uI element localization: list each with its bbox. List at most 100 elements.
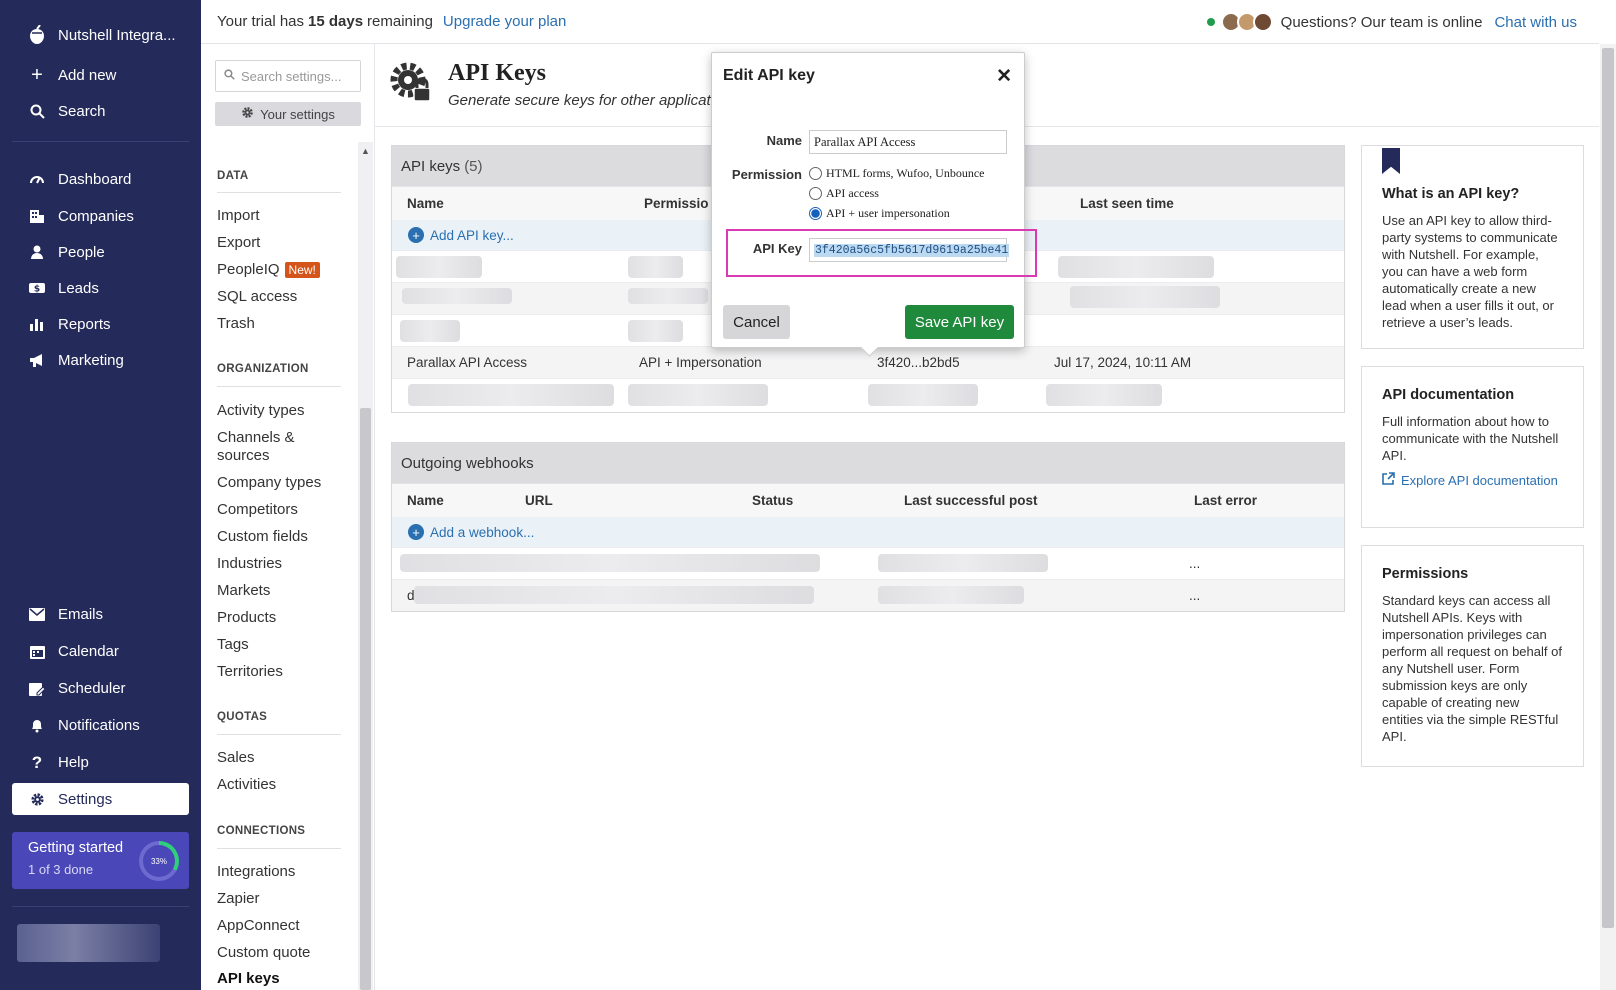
redacted-cell (400, 554, 820, 572)
radio-button[interactable] (809, 167, 822, 180)
api-key-name: Parallax API Access (407, 355, 528, 370)
nav-companies[interactable]: Companies (12, 200, 189, 232)
radio-button-selected[interactable] (809, 207, 822, 220)
progress-ring: 33% (139, 841, 179, 881)
megaphone-icon (28, 351, 46, 369)
nav-search[interactable]: Search (12, 95, 189, 127)
settings-item-channels[interactable]: Channels & (217, 429, 295, 446)
save-api-key-button[interactable]: Save API key (905, 305, 1014, 339)
panel-header: Outgoing webhooks (392, 443, 1344, 483)
nav-reports[interactable]: Reports (12, 308, 189, 340)
card-title: What is an API key? (1382, 186, 1520, 202)
close-icon[interactable]: ✕ (996, 65, 1012, 88)
trial-suffix: remaining (367, 13, 433, 30)
redacted-cell (878, 554, 1048, 572)
nav-emails[interactable]: Emails (12, 598, 189, 630)
cancel-button[interactable]: Cancel (723, 305, 790, 339)
permission-option-api-access[interactable]: API access (809, 186, 879, 201)
radio-button[interactable] (809, 187, 822, 200)
settings-item-channels-cont[interactable]: sources (217, 447, 270, 464)
workspace-menu[interactable]: Nutshell Integra... (12, 19, 189, 51)
permission-option-api-impersonation[interactable]: API + user impersonation (809, 206, 950, 221)
settings-item-tags[interactable]: Tags (217, 636, 249, 653)
settings-item-custom-fields[interactable]: Custom fields (217, 528, 308, 545)
getting-started-card[interactable]: Getting started 1 of 3 done 33% (12, 832, 189, 889)
column-url[interactable]: URL (525, 493, 553, 508)
nav-settings[interactable]: Settings (12, 783, 189, 815)
settings-item-peopleiq[interactable]: PeopleIQ New! (217, 261, 320, 278)
settings-item-competitors[interactable]: Competitors (217, 501, 298, 518)
name-field[interactable]: Parallax API Access (809, 130, 1007, 154)
column-last-error[interactable]: Last error (1194, 493, 1257, 508)
main-navigation: Nutshell Integra... + Add new Search Dash… (0, 0, 201, 990)
nav-calendar[interactable]: Calendar (12, 635, 189, 667)
nav-help[interactable]: ? Help (12, 746, 189, 778)
settings-item-api-keys[interactable]: API keys (217, 970, 280, 987)
settings-item-territories[interactable]: Territories (217, 663, 283, 680)
column-permission[interactable]: Permissio (644, 196, 709, 211)
settings-item-sales[interactable]: Sales (217, 749, 255, 766)
page-scroll-thumb[interactable] (1602, 48, 1614, 928)
user-account-blurred[interactable] (17, 924, 160, 962)
settings-sidebar-scroll-thumb[interactable] (360, 408, 371, 990)
nav-label: Scheduler (58, 679, 126, 697)
settings-item-integrations[interactable]: Integrations (217, 863, 295, 880)
settings-item-activity-types[interactable]: Activity types (217, 402, 305, 419)
option-label: API + user impersonation (826, 206, 950, 220)
column-name[interactable]: Name (407, 493, 444, 508)
settings-item-trash[interactable]: Trash (217, 315, 255, 332)
api-documentation-card: API documentation Full information about… (1361, 366, 1584, 528)
settings-item-custom-quote[interactable]: Custom quote (217, 944, 310, 961)
envelope-icon (28, 605, 46, 623)
upgrade-plan-link[interactable]: Upgrade your plan (443, 13, 566, 30)
settings-item-import[interactable]: Import (217, 207, 260, 224)
column-status[interactable]: Status (752, 493, 793, 508)
redacted-cell (628, 384, 768, 406)
column-last-seen[interactable]: Last seen time (1080, 196, 1174, 211)
nav-notifications[interactable]: Notifications (12, 709, 189, 741)
table-row[interactable]: ... (392, 547, 1344, 579)
table-row[interactable] (392, 378, 1344, 410)
nav-label: Companies (58, 207, 134, 225)
settings-item-markets[interactable]: Markets (217, 582, 270, 599)
column-name[interactable]: Name (407, 196, 444, 211)
organization-section-heading: ORGANIZATION (217, 363, 309, 375)
settings-item-company-types[interactable]: Company types (217, 474, 321, 491)
plus-circle-icon: + (408, 227, 424, 243)
redacted-cell (1058, 256, 1214, 278)
modal-title: Edit API key (723, 67, 815, 84)
add-webhook-label: Add a webhook... (430, 524, 535, 540)
nav-divider (12, 141, 189, 142)
scroll-up-arrow-icon[interactable]: ▲ (361, 146, 370, 156)
permission-option-forms[interactable]: HTML forms, Wufoo, Unbounce (809, 166, 985, 181)
nav-scheduler[interactable]: Scheduler (12, 672, 189, 704)
nav-dashboard[interactable]: Dashboard (12, 163, 189, 195)
explore-api-documentation-link[interactable]: Explore API documentation (1382, 472, 1563, 489)
column-last-successful-post[interactable]: Last successful post (904, 493, 1038, 508)
search-icon (28, 102, 46, 120)
section-divider (217, 848, 341, 849)
add-webhook-button[interactable]: + Add a webhook... (392, 517, 1344, 547)
chat-with-us-link[interactable]: Chat with us (1494, 14, 1577, 31)
settings-item-zapier[interactable]: Zapier (217, 890, 260, 907)
settings-item-appconnect[interactable]: AppConnect (217, 917, 300, 934)
nav-leads[interactable]: $ Leads (12, 272, 189, 304)
your-settings-button[interactable]: Your settings (215, 102, 361, 126)
person-icon (28, 243, 46, 261)
bookmark-icon (1382, 148, 1400, 174)
settings-item-sql-access[interactable]: SQL access (217, 288, 297, 305)
settings-item-products[interactable]: Products (217, 609, 276, 626)
settings-search-input[interactable]: Search settings... (215, 60, 361, 92)
settings-item-activities[interactable]: Activities (217, 776, 276, 793)
nav-people[interactable]: People (12, 236, 189, 268)
card-title: Permissions (1382, 566, 1469, 582)
nav-label: Settings (58, 790, 113, 808)
nav-marketing[interactable]: Marketing (12, 344, 189, 376)
nav-add-new[interactable]: + Add new (12, 59, 189, 91)
settings-item-export[interactable]: Export (217, 234, 260, 251)
table-row[interactable]: d ... (392, 579, 1344, 611)
nav-label: Dashboard (58, 170, 132, 188)
what-is-api-key-card: What is an API key? Use an API key to al… (1361, 145, 1584, 349)
settings-item-industries[interactable]: Industries (217, 555, 282, 572)
api-key-field[interactable]: 3f420a56c5fb5617d9619a25be41 (809, 238, 1010, 262)
